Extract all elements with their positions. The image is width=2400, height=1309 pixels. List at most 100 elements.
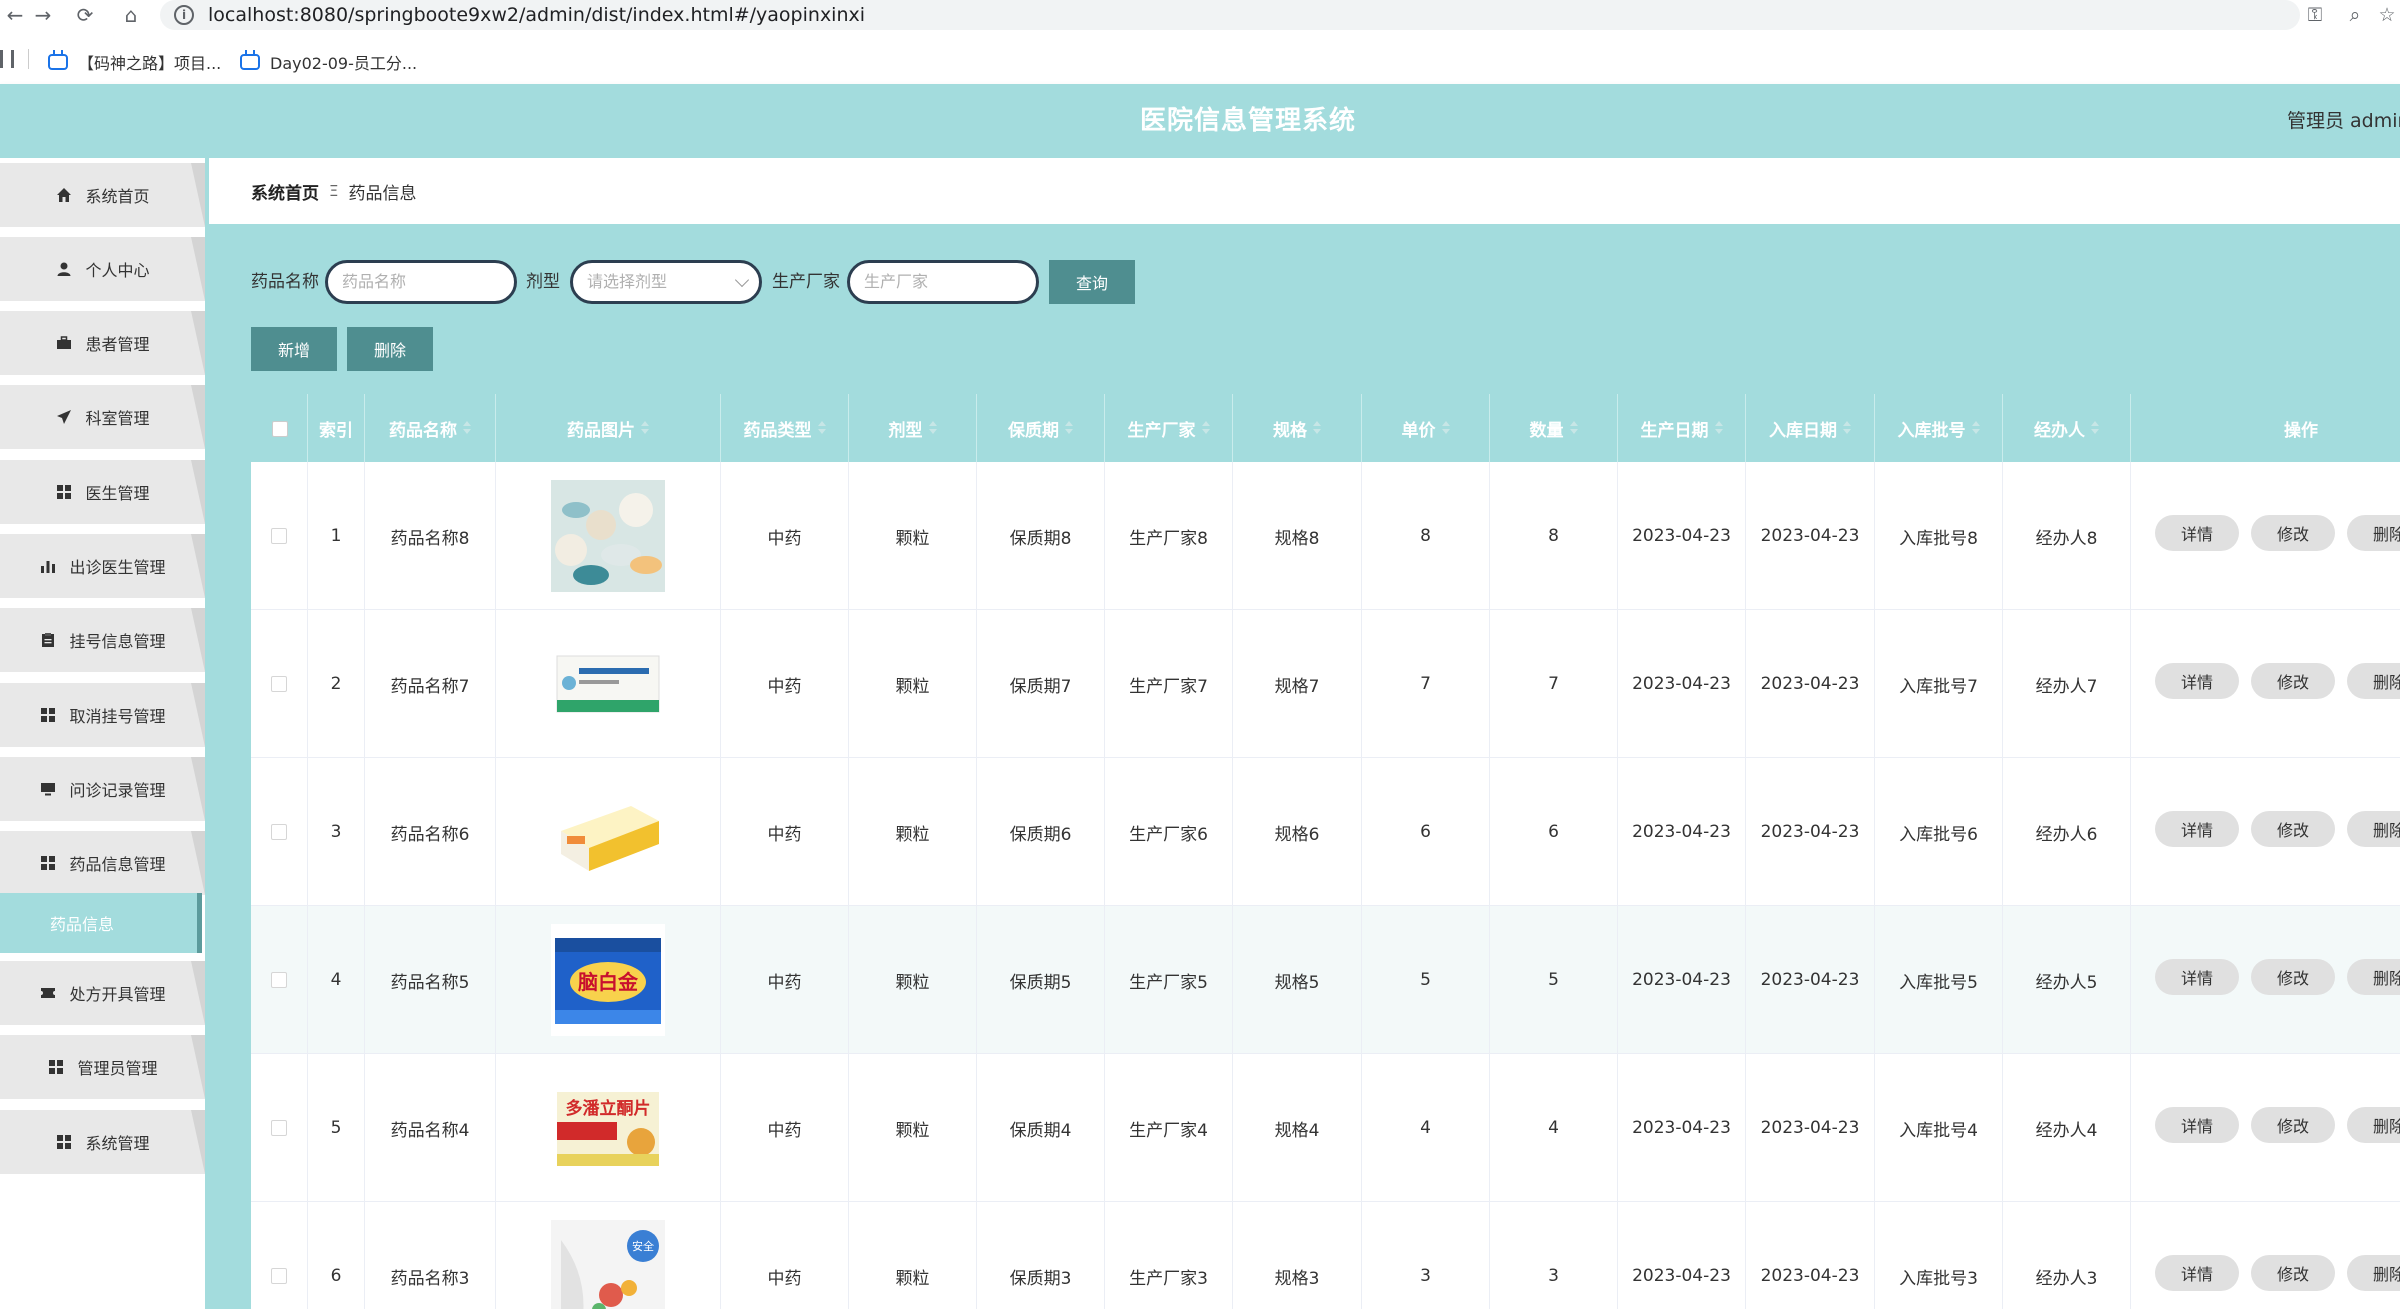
row-checkbox[interactable] <box>271 972 287 988</box>
drug-image[interactable] <box>551 480 665 592</box>
password-key-icon[interactable]: ⚿ <box>2300 0 2330 30</box>
sort-icon[interactable] <box>1065 421 1073 435</box>
col-quantity[interactable]: 数量 <box>1490 394 1618 462</box>
reload-icon[interactable]: ⟳ <box>70 0 100 30</box>
sort-icon[interactable] <box>1843 421 1851 435</box>
bookmark-2[interactable]: Day02-09-员工分... <box>240 50 417 74</box>
cell-image: 多潘立酮片 <box>496 1054 721 1202</box>
sidebar-item-registration[interactable]: 挂号信息管理 <box>0 608 205 672</box>
detail-button[interactable]: 详情 <box>2155 1255 2239 1291</box>
sidebar-item-personal[interactable]: 个人中心 <box>0 237 205 301</box>
row-checkbox[interactable] <box>271 1120 287 1136</box>
sort-icon[interactable] <box>1971 421 1980 435</box>
edit-button[interactable]: 修改 <box>2251 1255 2335 1291</box>
col-spec[interactable]: 规格 <box>1233 394 1362 462</box>
select-all-checkbox[interactable] <box>272 421 288 437</box>
search-button[interactable]: 查询 <box>1049 260 1135 304</box>
col-shelf-life[interactable]: 保质期 <box>977 394 1105 462</box>
col-manufacturer[interactable]: 生产厂家 <box>1105 394 1233 462</box>
detail-button[interactable]: 详情 <box>2155 663 2239 699</box>
row-delete-button[interactable]: 删除 <box>2347 959 2400 995</box>
back-icon[interactable]: ← <box>0 0 30 30</box>
delete-button[interactable]: 删除 <box>347 327 433 371</box>
sidebar-item-drug-management[interactable]: 药品信息管理 <box>0 831 205 895</box>
sort-icon[interactable] <box>463 421 471 435</box>
col-name[interactable]: 药品名称 <box>365 394 496 462</box>
row-checkbox[interactable] <box>271 676 287 692</box>
sort-icon[interactable] <box>641 421 649 435</box>
edit-button[interactable]: 修改 <box>2251 515 2335 551</box>
sort-icon[interactable] <box>817 421 826 435</box>
sort-icon[interactable] <box>2091 421 2099 435</box>
detail-button[interactable]: 详情 <box>2155 811 2239 847</box>
col-batch[interactable]: 入库批号 <box>1875 394 2003 462</box>
breadcrumb-home[interactable]: 系统首页 <box>251 179 319 204</box>
row-checkbox[interactable] <box>271 824 287 840</box>
detail-button[interactable]: 详情 <box>2155 515 2239 551</box>
edit-button[interactable]: 修改 <box>2251 1107 2335 1143</box>
row-delete-button[interactable]: 删除 <box>2347 515 2400 551</box>
row-checkbox[interactable] <box>271 1268 287 1284</box>
col-production-date[interactable]: 生产日期 <box>1618 394 1746 462</box>
drug-image[interactable]: 安全 <box>551 1220 665 1309</box>
sidebar-subitem-drug-info[interactable]: 药品信息 <box>0 893 202 953</box>
sidebar-item-label: 科室管理 <box>85 409 150 428</box>
home-nav-icon[interactable]: ⌂ <box>116 0 146 30</box>
sort-icon[interactable] <box>1441 421 1450 435</box>
col-image-label: 药品图片 <box>567 420 635 441</box>
manufacturer-label: 生产厂家 <box>772 272 840 292</box>
sort-icon[interactable] <box>1569 421 1578 435</box>
bookmark-1[interactable]: 【码神之路】项目... <box>48 50 221 74</box>
sidebar-item-home[interactable]: 系统首页 <box>0 163 205 227</box>
zoom-icon[interactable]: ⌕ <box>2340 0 2370 30</box>
row-delete-button[interactable]: 删除 <box>2347 1255 2400 1291</box>
detail-button[interactable]: 详情 <box>2155 1107 2239 1143</box>
dosage-form-select[interactable]: 请选择剂型 <box>570 260 762 304</box>
cell-actions: 详情 修改 删除 <box>2131 610 2400 758</box>
col-form[interactable]: 剂型 <box>849 394 977 462</box>
add-button[interactable]: 新增 <box>251 327 337 371</box>
cell-quantity: 6 <box>1490 758 1618 906</box>
drug-name-input[interactable]: 药品名称 <box>325 260 517 304</box>
col-type[interactable]: 药品类型 <box>721 394 849 462</box>
edit-button[interactable]: 修改 <box>2251 811 2335 847</box>
col-agent[interactable]: 经办人 <box>2003 394 2131 462</box>
sidebar-item-consultation-records[interactable]: 问诊记录管理 <box>0 757 205 821</box>
row-checkbox[interactable] <box>271 528 287 544</box>
sidebar-item-departments[interactable]: 科室管理 <box>0 385 205 449</box>
sidebar-item-prescriptions[interactable]: 处方开具管理 <box>0 961 205 1025</box>
drug-image[interactable]: 多潘立酮片 <box>551 1072 665 1184</box>
forward-icon[interactable]: → <box>28 0 58 30</box>
drug-image[interactable] <box>551 776 665 888</box>
sidebar-item-visiting-doctors[interactable]: 出诊医生管理 <box>0 534 205 598</box>
cell-quantity: 7 <box>1490 610 1618 758</box>
col-storage-date[interactable]: 入库日期 <box>1746 394 1875 462</box>
address-bar[interactable]: i localhost:8080/springboote9xw2/admin/d… <box>160 0 2300 30</box>
row-delete-button[interactable]: 删除 <box>2347 1107 2400 1143</box>
sort-icon[interactable] <box>1201 421 1210 435</box>
briefcase-icon <box>55 334 73 352</box>
row-delete-button[interactable]: 删除 <box>2347 811 2400 847</box>
col-image[interactable]: 药品图片 <box>496 394 721 462</box>
edit-button[interactable]: 修改 <box>2251 663 2335 699</box>
star-icon[interactable]: ☆ <box>2372 0 2400 30</box>
sort-icon[interactable] <box>1313 421 1321 435</box>
manufacturer-input[interactable]: 生产厂家 <box>847 260 1039 304</box>
sidebar-item-system[interactable]: 系统管理 <box>0 1110 205 1174</box>
sort-icon[interactable] <box>1714 421 1723 435</box>
edit-button[interactable]: 修改 <box>2251 959 2335 995</box>
cell-form: 颗粒 <box>849 1202 977 1309</box>
sort-icon[interactable] <box>928 421 937 435</box>
row-delete-button[interactable]: 删除 <box>2347 663 2400 699</box>
detail-button[interactable]: 详情 <box>2155 959 2239 995</box>
site-info-icon[interactable]: i <box>174 5 194 25</box>
sidebar-item-cancel-registration[interactable]: 取消挂号管理 <box>0 683 205 747</box>
drug-image[interactable] <box>551 628 665 740</box>
sidebar-item-admins[interactable]: 管理员管理 <box>0 1035 205 1099</box>
sidebar-item-patients[interactable]: 患者管理 <box>0 311 205 375</box>
apps-grid-icon[interactable] <box>0 50 14 68</box>
drug-image[interactable]: 脑白金 <box>551 924 665 1036</box>
user-label[interactable]: 管理员 admin <box>2287 84 2400 158</box>
sidebar-item-doctors[interactable]: 医生管理 <box>0 460 205 524</box>
col-price[interactable]: 单价 <box>1362 394 1490 462</box>
